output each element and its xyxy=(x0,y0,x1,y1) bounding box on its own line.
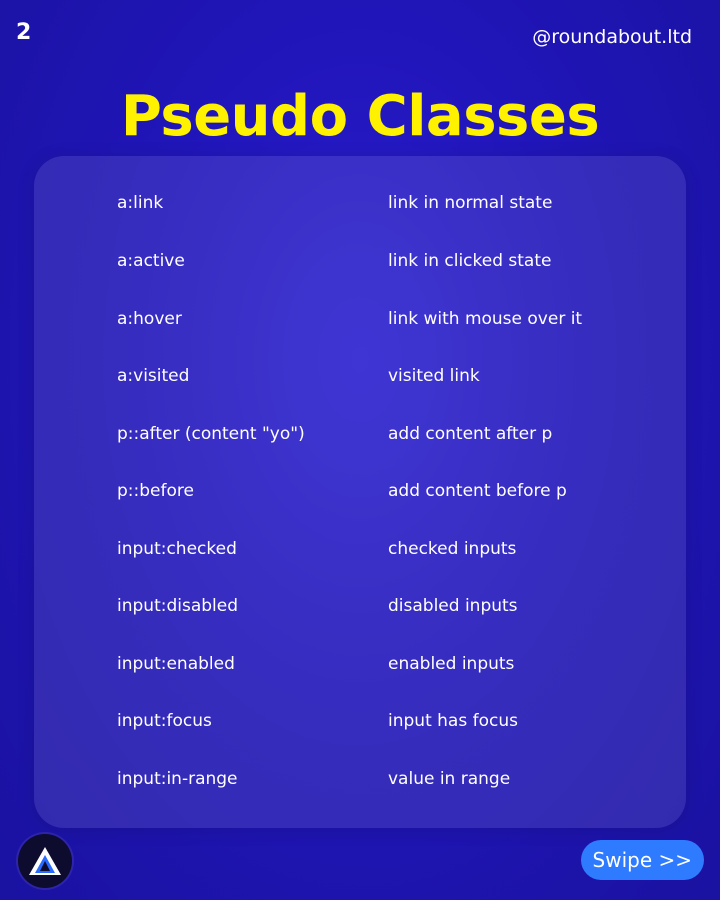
table-row: input:focus input has focus xyxy=(34,706,686,736)
description-cell: link with mouse over it xyxy=(388,309,583,329)
account-handle: @roundabout.ltd xyxy=(532,26,692,48)
selector-cell: p::after (content "yo") xyxy=(117,424,305,444)
selector-cell: input:enabled xyxy=(117,654,235,674)
selector-cell: a:hover xyxy=(117,309,182,329)
table-row: a:hover link with mouse over it xyxy=(34,304,686,334)
table-row: input:enabled enabled inputs xyxy=(34,649,686,679)
logo-mark-icon xyxy=(29,847,61,875)
selector-cell: input:in-range xyxy=(117,769,238,789)
selector-cell: input:focus xyxy=(117,711,212,731)
table-row: a:link link in normal state xyxy=(34,188,686,218)
page-number: 2 xyxy=(16,20,32,45)
description-cell: visited link xyxy=(388,366,480,386)
pseudo-classes-card: a:link link in normal state a:active lin… xyxy=(34,156,686,828)
table-row: input:disabled disabled inputs xyxy=(34,591,686,621)
description-cell: input has focus xyxy=(388,711,518,731)
description-cell: link in clicked state xyxy=(388,251,552,271)
description-cell: link in normal state xyxy=(388,193,553,213)
selector-cell: a:visited xyxy=(117,366,190,386)
description-cell: add content before p xyxy=(388,481,567,501)
table-row: p::after (content "yo") add content afte… xyxy=(34,419,686,449)
description-cell: enabled inputs xyxy=(388,654,515,674)
selector-cell: p::before xyxy=(117,481,194,501)
table-row: p::before add content before p xyxy=(34,476,686,506)
description-cell: add content after p xyxy=(388,424,553,444)
selector-cell: a:link xyxy=(117,193,164,213)
description-cell: value in range xyxy=(388,769,511,789)
selector-cell: a:active xyxy=(117,251,185,271)
description-cell: checked inputs xyxy=(388,539,517,559)
description-cell: disabled inputs xyxy=(388,596,518,616)
table-row: a:visited visited link xyxy=(34,361,686,391)
swipe-button[interactable]: Swipe >> xyxy=(580,840,704,880)
table-row: a:active link in clicked state xyxy=(34,246,686,276)
roundabout-logo-icon xyxy=(18,834,72,888)
table-row: input:in-range value in range xyxy=(34,764,686,794)
table-row: input:checked checked inputs xyxy=(34,534,686,564)
selector-cell: input:checked xyxy=(117,539,237,559)
page-title: Pseudo Classes xyxy=(120,84,600,149)
selector-cell: input:disabled xyxy=(117,596,239,616)
